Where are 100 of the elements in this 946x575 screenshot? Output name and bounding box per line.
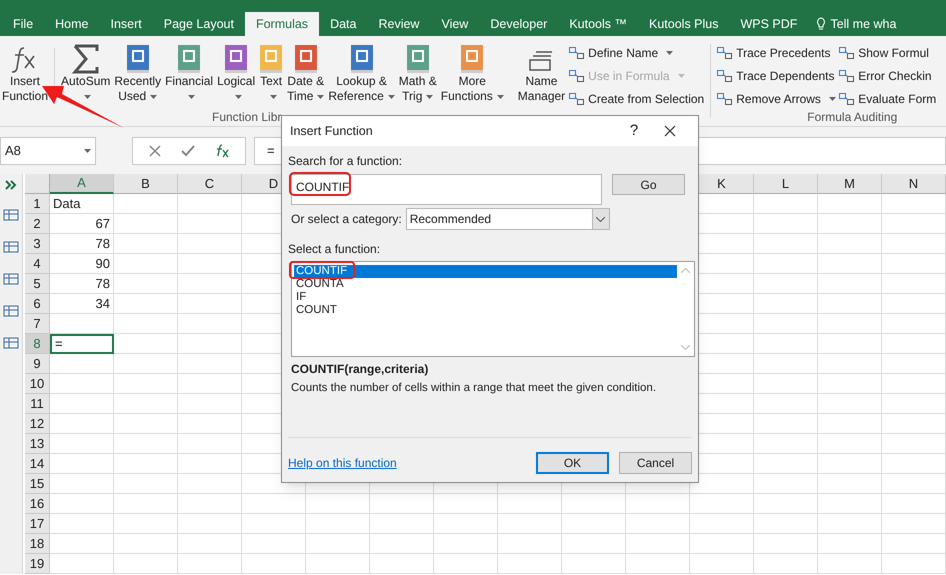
table-cell[interactable]	[818, 374, 882, 394]
table-cell[interactable]	[754, 414, 818, 434]
cancel-button[interactable]: Cancel	[619, 452, 692, 474]
table-cell[interactable]	[818, 294, 882, 314]
table-cell[interactable]	[818, 414, 882, 434]
table-cell[interactable]	[370, 494, 434, 514]
help-button[interactable]: ?	[618, 120, 650, 142]
table-cell[interactable]	[434, 514, 498, 534]
ok-button[interactable]: OK	[536, 452, 609, 474]
table-cell[interactable]	[114, 194, 178, 214]
table-cell[interactable]	[626, 514, 690, 534]
row-header[interactable]: 6	[25, 294, 50, 314]
table-cell[interactable]	[178, 454, 242, 474]
ribbon-small-button[interactable]: Error Checkin	[839, 67, 946, 85]
list-item[interactable]: COUNT	[294, 304, 677, 317]
table-cell[interactable]	[50, 374, 114, 394]
table-cell[interactable]	[818, 454, 882, 474]
tell-me-search[interactable]: Tell me wha	[830, 14, 896, 34]
table-cell[interactable]	[178, 394, 242, 414]
row-header[interactable]: 19	[25, 554, 50, 574]
table-cell[interactable]	[690, 554, 754, 574]
table-cell[interactable]	[178, 474, 242, 494]
list-item[interactable]: COUNTA	[294, 278, 677, 291]
table-cell[interactable]	[754, 534, 818, 554]
row-header[interactable]: 7	[25, 314, 50, 334]
table-cell[interactable]	[50, 474, 114, 494]
row-header[interactable]: 13	[25, 434, 50, 454]
table-cell[interactable]	[882, 294, 946, 314]
function-icon[interactable]	[215, 144, 229, 158]
table-cell[interactable]	[178, 254, 242, 274]
table-cell[interactable]	[498, 534, 562, 554]
row-header[interactable]: 5	[25, 274, 50, 294]
table-cell[interactable]	[178, 354, 242, 374]
table-cell[interactable]	[50, 354, 114, 374]
row-header[interactable]: 1	[25, 194, 50, 214]
table-cell[interactable]	[818, 534, 882, 554]
table-cell[interactable]	[754, 194, 818, 214]
table-cell[interactable]	[498, 554, 562, 574]
table-cell[interactable]	[818, 274, 882, 294]
ribbon-small-button[interactable]: Create from Selection	[569, 90, 704, 108]
table-cell[interactable]	[818, 394, 882, 414]
table-cell[interactable]	[50, 494, 114, 514]
table-cell[interactable]	[178, 334, 242, 354]
table-cell[interactable]	[754, 274, 818, 294]
table-cell[interactable]	[754, 514, 818, 534]
table-cell[interactable]	[754, 394, 818, 414]
table-cell[interactable]	[178, 294, 242, 314]
table-cell[interactable]	[178, 214, 242, 234]
table-cell[interactable]	[114, 474, 178, 494]
row-header[interactable]: 3	[25, 234, 50, 254]
ribbon-tab[interactable]: File	[2, 12, 44, 36]
row-header[interactable]: 14	[25, 454, 50, 474]
ribbon-button[interactable]: Text	[257, 44, 286, 108]
table-cell[interactable]	[306, 514, 370, 534]
row-header[interactable]: 12	[25, 414, 50, 434]
table-cell[interactable]: =	[50, 334, 114, 354]
table-cell[interactable]	[818, 254, 882, 274]
ribbon-tab[interactable]: Insert	[100, 12, 153, 36]
ribbon-button[interactable]: Recently Used	[112, 44, 164, 108]
category-dropdown[interactable]: Recommended	[406, 208, 610, 230]
table-cell[interactable]	[114, 374, 178, 394]
ribbon-tab[interactable]: Kutools ™	[558, 12, 638, 36]
table-cell[interactable]	[818, 194, 882, 214]
table-cell[interactable]	[754, 434, 818, 454]
ribbon-button[interactable]: Lookup & Reference	[326, 44, 397, 108]
table-cell[interactable]	[434, 554, 498, 574]
table-cell[interactable]	[114, 534, 178, 554]
pane-tool-icon[interactable]	[3, 304, 19, 318]
table-cell[interactable]	[242, 494, 306, 514]
list-item[interactable]: IF	[294, 291, 677, 304]
column-header[interactable]: L	[754, 174, 818, 194]
ribbon-tab[interactable]: Developer	[479, 12, 558, 36]
table-cell[interactable]	[882, 554, 946, 574]
table-cell[interactable]	[754, 294, 818, 314]
table-cell[interactable]	[882, 374, 946, 394]
row-header[interactable]: 8	[25, 334, 50, 354]
row-header[interactable]: 2	[25, 214, 50, 234]
table-cell[interactable]	[114, 554, 178, 574]
expand-icon[interactable]	[5, 180, 17, 190]
column-header[interactable]: C	[178, 174, 242, 194]
table-cell[interactable]	[818, 334, 882, 354]
table-cell[interactable]	[114, 494, 178, 514]
table-cell[interactable]	[754, 354, 818, 374]
ribbon-button[interactable]: Date & Time	[285, 44, 326, 108]
table-cell[interactable]	[114, 214, 178, 234]
table-cell[interactable]: 67	[50, 214, 114, 234]
table-cell[interactable]	[306, 534, 370, 554]
ribbon-button[interactable]: Math & Trig	[396, 44, 439, 108]
column-header[interactable]: N	[882, 174, 946, 194]
table-cell[interactable]	[498, 514, 562, 534]
checkmark-icon[interactable]	[181, 144, 195, 156]
table-cell[interactable]	[882, 314, 946, 334]
table-cell[interactable]	[178, 434, 242, 454]
ribbon-small-button[interactable]: Show Formul	[839, 44, 946, 62]
row-header[interactable]: 16	[25, 494, 50, 514]
ribbon-small-button[interactable]: Trace Dependents	[717, 67, 840, 85]
table-cell[interactable]	[50, 394, 114, 414]
table-cell[interactable]	[50, 414, 114, 434]
table-cell[interactable]	[562, 554, 626, 574]
go-button[interactable]: Go	[612, 174, 685, 195]
